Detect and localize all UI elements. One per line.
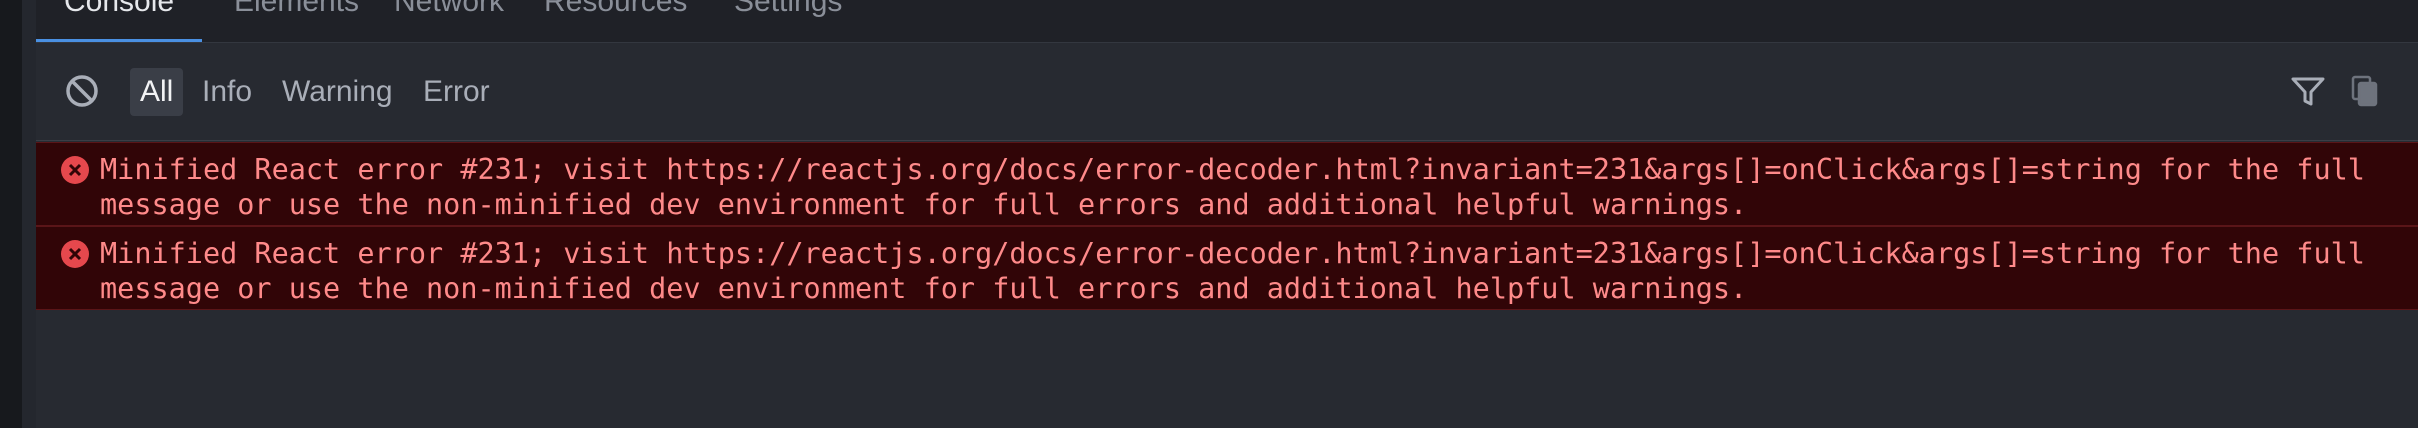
window-edge (0, 0, 22, 428)
filter-info[interactable]: Info (192, 68, 262, 116)
devtools-panel: Console Elements Network Resources Setti… (36, 0, 2418, 428)
error-circle-x-icon (60, 239, 90, 269)
tab-resources[interactable]: Resources (516, 0, 715, 42)
funnel-icon[interactable] (2288, 71, 2328, 111)
error-circle-x-icon (60, 155, 90, 185)
filter-error[interactable]: Error (413, 68, 500, 116)
copy-icon[interactable] (2344, 71, 2384, 111)
log-entry-error[interactable]: Minified React error #231; visit https:/… (36, 142, 2418, 226)
console-toolbar: All Info Warning Error (36, 43, 2418, 141)
filter-all[interactable]: All (130, 68, 184, 116)
tab-console[interactable]: Console (36, 0, 203, 42)
tab-elements[interactable]: Elements (206, 0, 387, 42)
clear-console-icon[interactable] (62, 71, 102, 111)
log-message: Minified React error #231; visit https:/… (100, 153, 2383, 221)
tab-settings[interactable]: Settings (706, 0, 870, 42)
devtools-tabs: Console Elements Network Resources Setti… (36, 0, 2418, 43)
log-message: Minified React error #231; visit https:/… (100, 237, 2383, 305)
log-entry-error[interactable]: Minified React error #231; visit https:/… (36, 226, 2418, 310)
devtools-window: Console Elements Network Resources Setti… (0, 0, 2418, 428)
filter-warning[interactable]: Warning (272, 68, 403, 116)
console-log-list: Minified React error #231; visit https:/… (36, 142, 2418, 310)
tab-network[interactable]: Network (366, 0, 532, 42)
